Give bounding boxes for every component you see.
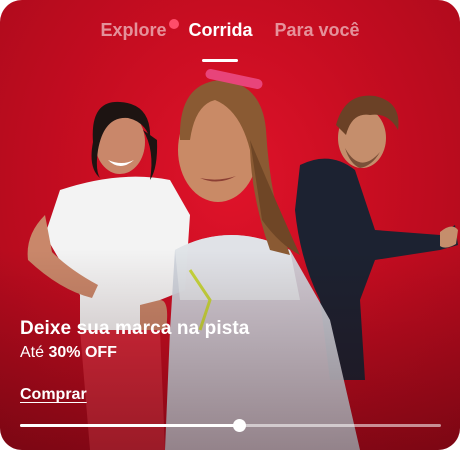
- banner-text: Deixe sua marca na pista Até 30% OFF: [20, 318, 249, 362]
- notification-dot-icon: [169, 19, 180, 29]
- banner-headline: Deixe sua marca na pista: [20, 318, 250, 339]
- carousel-progress[interactable]: [20, 419, 441, 432]
- offer-prefix: Até: [20, 344, 45, 361]
- tab-para-voce-label: Para você: [274, 20, 360, 40]
- banner-offer: Até 30% OFF: [20, 344, 249, 362]
- promo-banner-card[interactable]: Explore Corrida Para você Deixe sua marc…: [0, 0, 460, 450]
- offer-value: 30% OFF: [48, 344, 117, 361]
- tab-corrida-label: Corrida: [188, 20, 253, 40]
- tab-para-voce[interactable]: Para você: [274, 20, 359, 41]
- carousel-progress-fill: [20, 424, 239, 427]
- tab-explore[interactable]: Explore: [100, 19, 180, 41]
- shop-link[interactable]: Comprar: [20, 386, 87, 404]
- tab-corrida[interactable]: Corrida: [188, 20, 252, 41]
- top-tabs: Explore Corrida Para você: [0, 19, 460, 41]
- carousel-progress-thumb[interactable]: [232, 419, 246, 432]
- active-tab-indicator: [202, 59, 238, 62]
- tab-explore-label: Explore: [100, 20, 167, 40]
